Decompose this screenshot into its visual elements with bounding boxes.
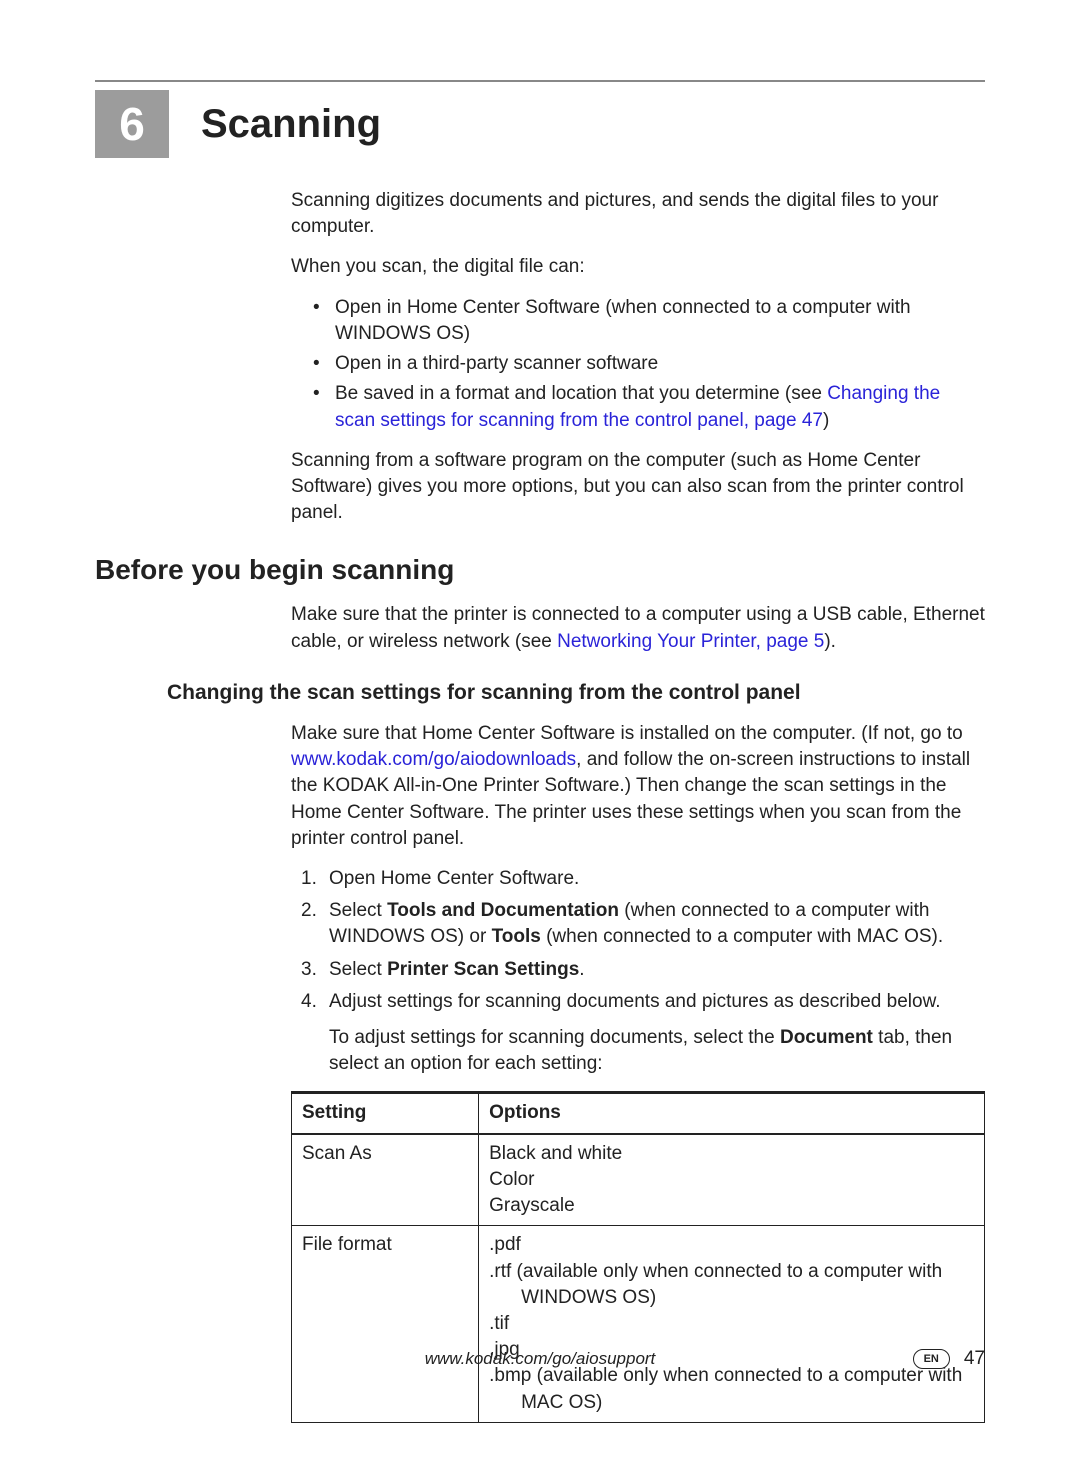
section3-body: Make sure that Home Center Software is i… (291, 721, 985, 1423)
table-row: File format .pdf .rtf (available only wh… (292, 1226, 985, 1423)
section3-p-after: To adjust settings for scanning document… (291, 1025, 985, 1077)
step-4: 4.Adjust settings for scanning documents… (301, 989, 985, 1015)
intro-p2: When you scan, the digital file can: (291, 254, 985, 280)
section2-p1: Make sure that the printer is connected … (291, 602, 985, 654)
heading-before-scanning: Before you begin scanning (95, 554, 985, 586)
step-3: 3. Select Printer Scan Settings. (301, 957, 985, 983)
cell-options: Black and white Color Grayscale (479, 1134, 985, 1226)
footer-url: www.kodak.com/go/aiosupport (425, 1349, 656, 1369)
link-networking-printer[interactable]: Networking Your Printer, page 5 (557, 631, 824, 652)
col-options: Options (479, 1093, 985, 1134)
cell-setting: File format (292, 1226, 479, 1423)
section2-body: Make sure that the printer is connected … (291, 602, 985, 654)
section3-p1: Make sure that Home Center Software is i… (291, 721, 985, 852)
steps-list: 1.Open Home Center Software. 2. Select T… (291, 866, 985, 1015)
intro-bullet: Open in Home Center Software (when conne… (313, 295, 985, 347)
table-header-row: Setting Options (292, 1093, 985, 1134)
chapter-header: 6 Scanning (95, 90, 985, 158)
page-number: 47 (964, 1348, 985, 1370)
cell-options: .pdf .rtf (available only when connected… (479, 1226, 985, 1423)
intro-bullet: Be saved in a format and location that y… (313, 381, 985, 433)
heading-changing-scan-settings: Changing the scan settings for scanning … (167, 681, 985, 705)
chapter-title: Scanning (201, 102, 381, 147)
step-2: 2. Select Tools and Documentation (when … (301, 898, 985, 950)
chapter-number: 6 (119, 97, 145, 151)
intro-p1: Scanning digitizes documents and picture… (291, 188, 985, 240)
col-setting: Setting (292, 1093, 479, 1134)
top-rule (95, 80, 985, 82)
cell-setting: Scan As (292, 1134, 479, 1226)
language-badge: EN (913, 1349, 950, 1369)
link-aiodownloads[interactable]: www.kodak.com/go/aiodownloads (291, 749, 576, 770)
intro-p3: Scanning from a software program on the … (291, 448, 985, 527)
intro-bullet-list: Open in Home Center Software (when conne… (291, 295, 985, 434)
chapter-number-box: 6 (95, 90, 169, 158)
settings-table: Setting Options Scan As Black and white … (291, 1091, 985, 1422)
intro-block: Scanning digitizes documents and picture… (291, 188, 985, 526)
step-1: 1.Open Home Center Software. (301, 866, 985, 892)
table-row: Scan As Black and white Color Grayscale (292, 1134, 985, 1226)
intro-bullet: Open in a third-party scanner software (313, 351, 985, 377)
